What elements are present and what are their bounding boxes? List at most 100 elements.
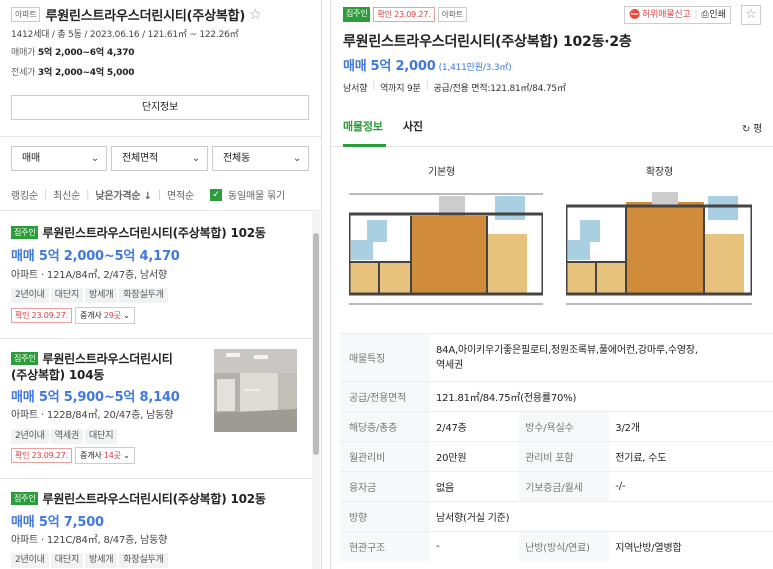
tab-listing-info[interactable]: 매물정보 [343,118,383,134]
features-value-line2: 역세권 [436,359,463,371]
room-photo-image [214,349,297,432]
listing-photo[interactable] [214,349,297,432]
detail-tabs [330,105,773,147]
print-icon: ⎙ [701,10,709,20]
apt-tag: 아파트 [437,7,467,22]
rent-label: 전세가 [11,68,36,78]
sort-low-price-label: 낮은가격순 [95,191,141,202]
listing-chips: 2년이내 역세권 대단지 [11,423,119,444]
star-icon[interactable]: ☆ [249,7,262,23]
detail-price: 매매 5억 2,000 (1,411만원/3.3㎡) [343,55,512,74]
chip: 방세개 [85,553,118,568]
floorplan-basic-label: 기본형 [428,167,455,178]
chevron-down-icon: ⌄ [191,153,200,164]
area-label: 공급/전용면적 [340,381,430,412]
rooms-label: 방수/욕실수 [519,411,610,442]
features-value: 84A,아이키우기좋은필로티,정원조록뷰,풀에어컨,강마루,수영장, 역세권 [430,333,773,382]
loan-label: 융자금 [340,471,430,502]
price-value: 5억 2,000 [370,59,436,74]
chip: 2년이내 [11,429,49,444]
price-per-area: (1,411만원/3.3㎡) [438,63,512,73]
table-row: 융자금 없음 기보증금/월세 -/- [340,471,773,502]
floorplan-extended-image[interactable] [566,184,752,318]
listing-title-line1[interactable]: 루원린스트라우스더린시티 [42,350,172,367]
area-label: 전체면적 [122,153,158,164]
confirm-tag: 확인 23.09.27. [373,7,435,22]
refresh-icon: ↻ [742,124,751,135]
chip: 대단지 [85,429,118,444]
table-row: 월관리비 20만원 관리비 포함 전기료, 수도 [340,441,773,472]
building-select[interactable]: 전체동 ⌄ [212,146,309,171]
fee-value: 20만원 [430,441,520,472]
chip: 2년이내 [11,288,49,303]
owner-tag: 집주인 [11,352,39,365]
chip: 대단지 [50,553,84,568]
features-value-line1: 84A,아이키우기좋은필로티,정원조록뷰,풀에어컨,강마루,수영장, [436,344,698,356]
sort-area[interactable]: 면적순 [167,187,194,202]
area-select[interactable]: 전체면적 ⌄ [111,146,208,171]
table-row: 현관구조 - 난방(방식/연료) 지역난방/열병합 [340,531,773,562]
listing-price: 매매 5억 2,000~5억 4,170 [11,249,180,264]
chip: 화장실두개 [119,553,168,568]
broker-count: 29곳 [103,311,121,320]
listing-detail: 아파트 · 122B/84㎡, 20/47층, 남동향 [11,410,174,421]
listing-title[interactable]: 루원린스트라우스더린시티(주상복합) 102동 [42,224,265,241]
detail-tags: 집주인 확인 23.09.27. 아파트 [343,7,467,22]
complex-info-button[interactable]: 단지정보 [11,95,309,120]
detail-title: 루원린스트라우스더린시티(주상복합) 102동·2층 [343,34,632,50]
sort-low-price[interactable]: 낮은가격순 ↓ [95,187,152,202]
sort-ranking[interactable]: 랭킹순 [11,187,38,202]
table-row: 해당층/총층 2/47층 방수/욕실수 3/2개 [340,411,773,442]
tab-photos[interactable]: 사진 [403,118,423,134]
heating-label: 난방(방식/연료) [519,531,610,562]
listing-card[interactable]: 집주인 루원린스트라우스더린시티(주상복합) 102동 매매 5억 7,500 … [0,488,320,569]
chevron-down-icon: ⌄ [292,153,301,164]
sale-label: 매매가 [11,48,36,58]
summary-station: 역까지 9분 [380,84,421,94]
chip: 역세권 [50,429,84,444]
unit-toggle[interactable]: ↻ 평 [742,120,762,135]
listing-title[interactable]: 루원린스트라우스더린시티(주상복합) 102동 [42,490,265,507]
chevron-down-icon: ⌄ [90,153,99,164]
sort-latest[interactable]: 최신순 [53,187,80,202]
broker-label: 중개사 [80,311,102,320]
complex-header: 아파트 루원린스트라우스더린시티(주상복합) ☆ [11,5,262,24]
trade-type-select[interactable]: 매매 ⌄ [11,146,107,171]
complex-title[interactable]: 루원린스트라우스더린시티(주상복합) [45,5,245,24]
floorplan-basic-image[interactable] [349,184,543,318]
deposit-value: -/- [609,471,773,502]
listing-price: 매매 5억 5,900~5억 8,140 [11,390,180,405]
rooms-value: 3/2개 [609,411,773,442]
direction-label: 방향 [340,501,430,532]
rent-value: 3억 2,000~4억 5,000 [37,68,135,78]
listing-detail: 아파트 · 121C/84㎡, 8/47층, 남동향 [11,535,168,546]
summary-direction: 남서향 [343,84,368,94]
heating-value: 지역난방/열병합 [609,531,773,562]
broker-dropdown[interactable]: 중개사 29곳 ⌄ [75,307,135,324]
broker-dropdown[interactable]: 중개사 14곳 ⌄ [75,447,135,464]
chip: 2년이내 [11,553,49,568]
confirm-tag: 확인 23.09.27. [11,308,73,323]
chip: 화장실두개 [119,288,168,303]
same-group-checkbox[interactable]: ✓ [210,188,222,201]
broker-label: 중개사 [80,451,102,460]
same-group-label: 동일매물 묶기 [228,191,285,202]
loan-value: 없음 [430,471,520,502]
owner-tag: 집주인 [343,7,371,22]
summary-area: 공급/전용 면적:121.81㎡/84.75㎡ [433,84,566,94]
floor-value: 2/47층 [430,411,520,442]
direction-value: 남서향(거실 기준) [430,501,773,532]
sale-value: 5억 2,000~6억 4,370 [37,48,135,58]
listing-price: 매매 5억 7,500 [11,515,104,530]
divider [0,136,322,137]
list-scrollbar-thumb[interactable] [313,233,319,455]
report-button[interactable]: ⛔ 허위매물신고 | ⎙ 인쇄 [624,6,731,24]
fee-incl-label: 관리비 포함 [519,441,610,472]
listing-title-line2[interactable]: (주상복합) 104동 [11,366,104,383]
star-icon[interactable]: ☆ [741,5,761,25]
fee-label: 월관리비 [340,441,430,472]
apt-tag: 아파트 [11,7,41,22]
divider [0,478,312,479]
chip: 대단지 [50,288,84,303]
chip: 방세개 [85,288,118,303]
